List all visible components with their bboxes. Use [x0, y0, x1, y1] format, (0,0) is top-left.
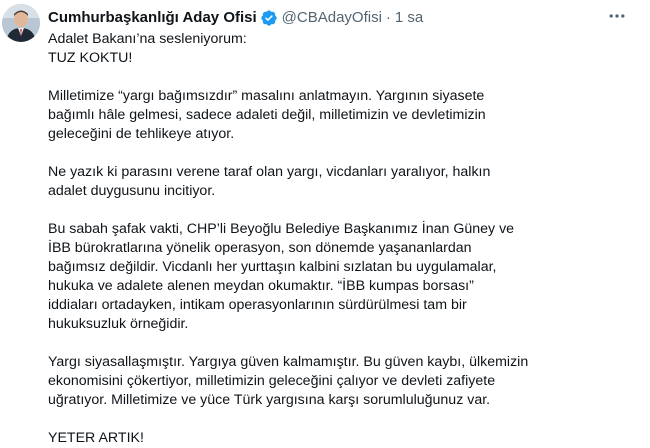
text-line: hukuka ve adalete alenen meydan okumaktı…	[48, 278, 474, 294]
text-line: geleceğini de tehlikeye atıyor.	[48, 126, 235, 142]
text-line: ekonomisini çökertiyor, milletimizin gel…	[48, 373, 496, 389]
text-line: bağımsız değildir. Vicdanlı her yurttaşı…	[48, 259, 497, 275]
text-line: bağımlı hâle gelmesi, sadece adaleti değ…	[48, 107, 486, 123]
text-line: Adalet Bakanı’na sesleniyorum:	[48, 31, 247, 47]
text-line: İBB bürokratlarına yönelik operasyon, so…	[48, 240, 472, 256]
more-horizontal-icon	[609, 14, 625, 18]
text-line: Milletimize “yargı bağımsızdır” masalını…	[48, 88, 485, 104]
tweet-header: Cumhurbaşkanlığı Aday Ofisi @CBAdayOfisi…	[48, 7, 423, 29]
text-line: YETER ARTIK!	[48, 430, 144, 446]
text-line: uğratıyor. Milletimize ve yüce Türk yarg…	[48, 392, 491, 408]
avatar-portrait-icon	[2, 4, 40, 42]
text-line: iddiaları ortadayken, intikam operasyonl…	[48, 297, 467, 313]
text-line: adalet duygusunu incitiyor.	[48, 183, 216, 199]
avatar[interactable]	[2, 4, 40, 42]
text-line: TUZ KOKTU!	[48, 50, 133, 66]
text-line: Ne yazık ki parasını verene taraf olan y…	[48, 164, 491, 180]
text-line: Bu sabah şafak vakti, CHP’li Beyoğlu Bel…	[48, 221, 515, 237]
separator-dot: ·	[385, 9, 391, 26]
author-name[interactable]: Cumhurbaşkanlığı Aday Ofisi	[48, 8, 257, 28]
text-line: hukuksuzluk örneğidir.	[48, 316, 189, 332]
tweet: Cumhurbaşkanlığı Aday Ofisi @CBAdayOfisi…	[0, 0, 650, 446]
text-line: Yargı siyasallaşmıştır. Yargıya güven ka…	[48, 354, 529, 370]
author-handle[interactable]: @CBAdayOfisi	[282, 8, 382, 28]
tweet-text: Adalet Bakanı’na sesleniyorum: TUZ KOKTU…	[48, 30, 643, 448]
verified-badge-icon	[260, 9, 278, 27]
tweet-timestamp[interactable]: 1 sa	[395, 8, 423, 28]
more-options-button[interactable]	[604, 6, 630, 26]
